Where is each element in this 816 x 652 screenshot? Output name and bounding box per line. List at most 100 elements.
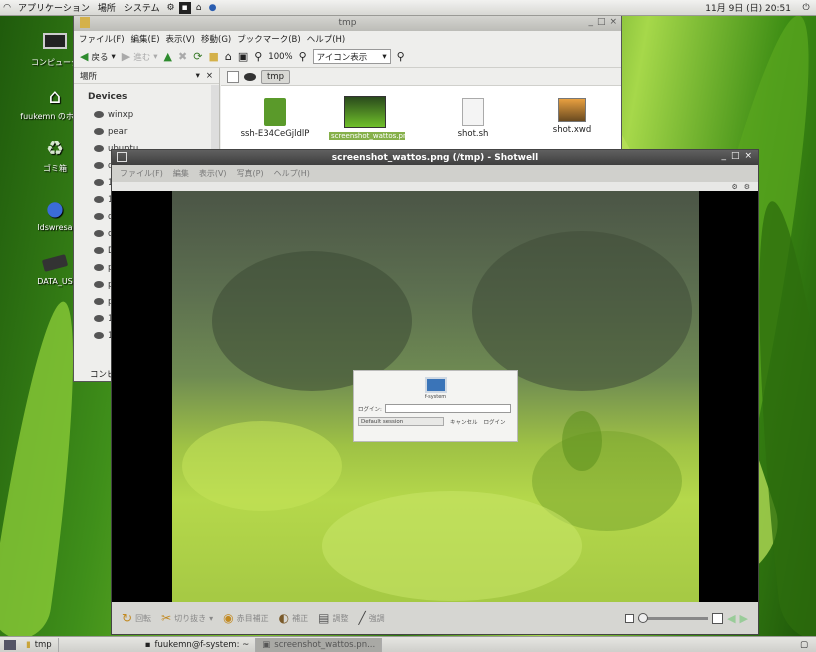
computer-icon (424, 377, 447, 393)
up-arrow-icon: ▲ (163, 50, 172, 63)
adjust-button[interactable]: ▤ 調整 (318, 611, 348, 625)
cancel-label-in-photo: キャンセル (450, 419, 478, 426)
fm-menu-go[interactable]: 移動(G) (201, 33, 231, 45)
hide-eye-icon[interactable] (244, 72, 256, 81)
taskbar-item[interactable]: ▪ fuukemn@f-system: ~ (139, 637, 257, 652)
computer-button[interactable]: ▣ (238, 50, 248, 63)
home-button[interactable]: ⌂ (225, 50, 232, 63)
minimize-icon[interactable]: _ (588, 17, 593, 27)
drive-eject-icon (94, 247, 104, 254)
close-icon[interactable]: × (609, 17, 617, 27)
fm-menu-help[interactable]: ヘルプ(H) (307, 33, 346, 45)
trash-icon[interactable]: ▢ (800, 640, 808, 650)
bottom-panel: ▮ tmp ▪ fuukemn@f-system: ~ ▣ screenshot_wa… (0, 636, 816, 652)
computer-icon (42, 30, 68, 54)
zoom-in-icon[interactable] (712, 612, 724, 624)
fm-menu-view[interactable]: 表示(V) (166, 33, 195, 45)
taskbar-item[interactable]: ▮ tmp (20, 637, 59, 652)
login-dialog-in-photo: f-system ログイン: Default session キャンセル ログイ… (353, 370, 518, 442)
view-mode-select[interactable]: アイコン表示 ▾ (312, 49, 391, 64)
search-button[interactable]: ⚲ (397, 50, 405, 63)
sw-menu-file[interactable]: ファイル(F) (120, 168, 163, 179)
path-button-tmp[interactable]: tmp (261, 69, 291, 84)
crop-button[interactable]: ✂ 切り抜き ▾ (161, 611, 213, 625)
close-icon[interactable]: × (744, 151, 752, 161)
shotwell-menubar: ファイル(F) 編集 表示(V) 写真(P) ヘルプ(H) (112, 165, 758, 182)
taskbar-item-active[interactable]: ▣ screenshot_wattos.pn... (256, 637, 383, 652)
wand-icon: ╱ (358, 611, 366, 625)
sidebar-device-item[interactable]: pear (74, 123, 219, 140)
launcher-tools-icon[interactable]: ⚙ (165, 2, 177, 14)
fm-menu-bookmarks[interactable]: ブックマーク(B) (237, 33, 300, 45)
zoom-in-button[interactable]: ⚲ (299, 50, 307, 63)
sw-menu-photo[interactable]: 写真(P) (237, 168, 264, 179)
file-item[interactable]: ssh-E34CeGjldlP (239, 98, 311, 139)
gnome-foot-icon[interactable]: ◠ (1, 2, 13, 14)
menu-system[interactable]: システム (120, 1, 164, 14)
sw-menu-view[interactable]: 表示(V) (199, 168, 227, 179)
sw-menu-help[interactable]: ヘルプ(H) (274, 168, 310, 179)
back-button[interactable]: ◀ 戻る ▾ (80, 50, 116, 63)
file-item[interactable]: shot.sh (437, 98, 509, 139)
zoom-slider[interactable] (638, 612, 709, 623)
maximize-icon[interactable]: □ (597, 17, 606, 27)
cd-icon: ● (46, 196, 64, 220)
stop-button[interactable]: ✖ (178, 50, 187, 63)
file-item[interactable]: shot.xwd (536, 98, 608, 135)
fm-menu-edit[interactable]: 編集(E) (131, 33, 160, 45)
computer-icon: ▣ (237, 50, 249, 63)
clock[interactable]: 11月 9日 (日) 20:51 (705, 1, 791, 14)
sw-menu-edit[interactable]: 編集 (173, 168, 189, 179)
power-icon[interactable]: ⏻ (800, 2, 812, 14)
reload-button[interactable]: ⟳ (193, 50, 202, 63)
login-prompt: ログイン: (358, 406, 382, 413)
up-button[interactable]: ▲ (164, 50, 172, 63)
zoom-out-icon[interactable] (625, 613, 635, 623)
minimize-icon[interactable]: _ (721, 151, 726, 161)
launcher-browser-icon[interactable]: ● (207, 2, 219, 14)
drive-eject-icon (94, 162, 104, 169)
adjust-icon: ▤ (318, 611, 330, 625)
forward-button[interactable]: ▶ 進む ▾ (122, 50, 158, 63)
shotwell-titlebar[interactable]: screenshot_wattos.png (/tmp) - Shotwell … (112, 150, 758, 165)
zoom-out-icon: ⚲ (254, 50, 263, 63)
close-icon[interactable]: × (206, 71, 213, 81)
redeye-button[interactable]: ◉ 赤目補正 (223, 611, 268, 625)
gear-icon[interactable]: ⚙ (744, 183, 750, 191)
edit-path-icon[interactable] (227, 70, 239, 83)
drive-eject-icon (94, 264, 104, 271)
shotwell-title: screenshot_wattos.png (/tmp) - Shotwell (331, 152, 539, 163)
launcher-terminal-icon[interactable]: ▪ (178, 1, 191, 14)
previous-icon[interactable]: ◀ (727, 612, 735, 625)
fm-titlebar[interactable]: tmp _ □ × (74, 15, 621, 31)
sidebar-device-item[interactable]: winxp (74, 106, 219, 123)
zoom-in-icon: ⚲ (298, 50, 307, 63)
file-item-selected[interactable]: screenshot_wattos.png (329, 96, 412, 141)
zoom-slider-knob[interactable] (638, 612, 649, 623)
shotwell-toolbar: ↻ 回転 ✂ 切り抜き ▾ ◉ 赤目補正 ◐ 補正 ▤ 調整 ╱ 強調 ◀ ▶ (112, 602, 758, 634)
launcher-home-icon[interactable]: ⌂ (193, 2, 205, 14)
drive-eject-icon (94, 179, 104, 186)
top-panel: ◠ アプリケーション 場所 システム ⚙ ▪ ⌂ ● 11月 9日 (日) 20… (0, 0, 816, 16)
enhance-button[interactable]: ◐ 補正 (279, 611, 308, 625)
shotwell-window: screenshot_wattos.png (/tmp) - Shotwell … (111, 149, 759, 635)
maximize-icon[interactable]: □ (731, 151, 740, 161)
zoom-control: ◀ ▶ (625, 612, 748, 625)
trash-icon: ♻ (46, 136, 64, 160)
zoom-out-button[interactable]: ⚲ (254, 50, 262, 63)
auto-enhance-button[interactable]: ╱ 強調 (358, 611, 384, 625)
login-label-in-photo: ログイン (483, 419, 506, 426)
chevron-down-icon[interactable]: ▾ (196, 71, 200, 81)
sidebar-title[interactable]: 場所 (80, 70, 97, 82)
menu-places[interactable]: 場所 (94, 1, 120, 14)
fm-menu-file[interactable]: ファイル(F) (79, 33, 125, 45)
next-icon[interactable]: ▶ (740, 612, 748, 625)
image-icon: ▣ (262, 639, 271, 650)
drive-eject-icon (94, 315, 104, 322)
rotate-button[interactable]: ↻ 回転 (122, 611, 151, 625)
menu-applications[interactable]: アプリケーション (14, 1, 94, 14)
folder-button[interactable]: ■ (208, 50, 218, 63)
drive-eject-icon (94, 281, 104, 288)
show-desktop-icon[interactable] (4, 639, 16, 650)
gear-icon[interactable]: ⚙ (731, 183, 737, 191)
